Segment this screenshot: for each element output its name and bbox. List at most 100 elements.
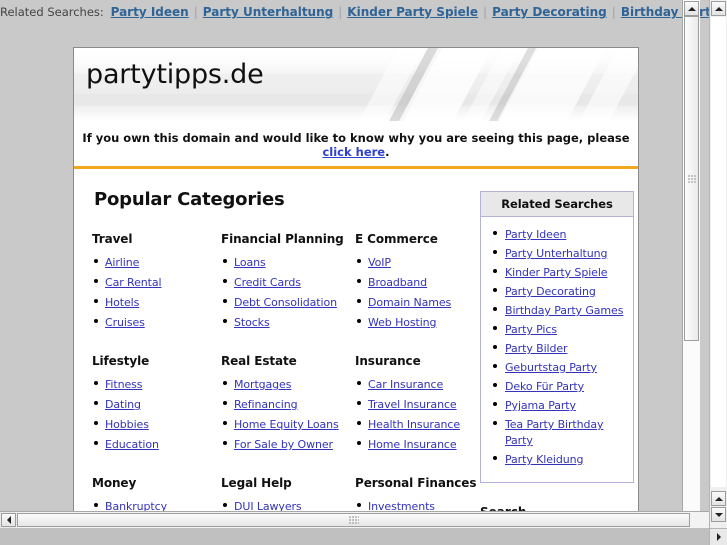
category-link-domain-names[interactable]: Domain Names <box>368 296 451 309</box>
category-link-hobbies[interactable]: Hobbies <box>105 418 149 431</box>
chevron-right-icon <box>716 533 721 541</box>
window-scroll-down-button[interactable] <box>711 507 726 522</box>
list-item[interactable]: Party Bilder <box>487 340 627 356</box>
window-scrollbar-track[interactable] <box>711 17 726 487</box>
list-item[interactable]: Geburtstag Party <box>487 359 627 375</box>
sidebar-link-kinder-party-spiele[interactable]: Kinder Party Spiele <box>505 266 608 279</box>
vertical-scrollbar-thumb[interactable] <box>684 16 699 341</box>
page-vertical-scrollbar[interactable] <box>682 0 700 528</box>
category-link-home-insurance[interactable]: Home Insurance <box>368 438 457 451</box>
category-link-car-rental[interactable]: Car Rental <box>105 276 162 289</box>
list-item[interactable]: Loans <box>221 253 355 270</box>
click-here-link[interactable]: click here <box>322 145 385 159</box>
list-item[interactable]: Party Kleidung <box>487 451 627 467</box>
topbar-link-kinder-party-spiele[interactable]: Kinder Party Spiele <box>344 5 481 19</box>
card-body: Popular Categories Travel Airline Car Re… <box>74 169 638 528</box>
category-link-credit-cards[interactable]: Credit Cards <box>234 276 301 289</box>
list-item[interactable]: Travel Insurance <box>355 395 477 412</box>
sidebar-link-party-bilder[interactable]: Party Bilder <box>505 342 568 355</box>
category-link-fitness[interactable]: Fitness <box>105 378 143 391</box>
scroll-left-button[interactable] <box>1 513 16 527</box>
category-link-mortgages[interactable]: Mortgages <box>234 378 291 391</box>
sidebar-link-geburtstag-party[interactable]: Geburtstag Party <box>505 361 597 374</box>
list-item[interactable]: Credit Cards <box>221 273 355 290</box>
page-horizontal-scrollbar[interactable] <box>0 511 709 528</box>
topbar-separator: | <box>611 5 616 19</box>
category-link-cruises[interactable]: Cruises <box>105 316 145 329</box>
sidebar-link-party-unterhaltung[interactable]: Party Unterhaltung <box>505 247 607 260</box>
category-link-broadband[interactable]: Broadband <box>368 276 427 289</box>
list-item[interactable]: For Sale by Owner <box>221 435 355 452</box>
category-link-dating[interactable]: Dating <box>105 398 141 411</box>
category-link-refinancing[interactable]: Refinancing <box>234 398 298 411</box>
category-link-debt-consolidation[interactable]: Debt Consolidation <box>234 296 337 309</box>
list-item[interactable]: Hobbies <box>92 415 221 432</box>
page-left-gutter <box>0 0 73 511</box>
category-link-hotels[interactable]: Hotels <box>105 296 139 309</box>
window-scrollbar-corner[interactable] <box>709 528 727 545</box>
notice-text-after: . <box>385 145 390 159</box>
sidebar-link-tea-party-birthday-party[interactable]: Tea Party Birthday Party <box>505 418 604 447</box>
sidebar-link-party-kleidung[interactable]: Party Kleidung <box>505 453 583 466</box>
scroll-up-button[interactable] <box>684 1 699 16</box>
list-item[interactable]: Home Equity Loans <box>221 415 355 432</box>
list-item[interactable]: Fitness <box>92 375 221 392</box>
list-item[interactable]: Party Ideen <box>487 226 627 242</box>
window-scroll-up-button-2[interactable] <box>711 491 726 506</box>
category-link-list: Car Insurance Travel Insurance Health In… <box>355 375 477 452</box>
sidebar-link-party-decorating[interactable]: Party Decorating <box>505 285 596 298</box>
list-item[interactable]: Education <box>92 435 221 452</box>
list-item[interactable]: Domain Names <box>355 293 477 310</box>
sidebar-link-party-pics[interactable]: Party Pics <box>505 323 557 336</box>
category-link-stocks[interactable]: Stocks <box>234 316 270 329</box>
sidebar-link-pyjama-party[interactable]: Pyjama Party <box>505 399 576 412</box>
topbar-link-party-decorating[interactable]: Party Decorating <box>489 5 610 19</box>
list-item[interactable]: Party Decorating <box>487 283 627 299</box>
category-link-for-sale-by-owner[interactable]: For Sale by Owner <box>234 438 333 451</box>
topbar-separator: | <box>483 5 488 19</box>
category-link-education[interactable]: Education <box>105 438 159 451</box>
list-item[interactable]: Cruises <box>92 313 221 330</box>
content-card: partytipps.de If you own this domain and… <box>73 47 639 528</box>
list-item[interactable]: Stocks <box>221 313 355 330</box>
list-item[interactable]: Tea Party Birthday Party <box>487 416 627 448</box>
category-block-travel: Travel Airline Car Rental Hotels Cruises <box>92 232 221 333</box>
list-item[interactable]: Dating <box>92 395 221 412</box>
category-link-travel-insurance[interactable]: Travel Insurance <box>368 398 457 411</box>
list-item[interactable]: Party Pics <box>487 321 627 337</box>
list-item[interactable]: Hotels <box>92 293 221 310</box>
category-link-loans[interactable]: Loans <box>234 256 266 269</box>
list-item[interactable]: Home Insurance <box>355 435 477 452</box>
sidebar-link-party-ideen[interactable]: Party Ideen <box>505 228 566 241</box>
list-item[interactable]: Deko Für Party <box>487 378 627 394</box>
horizontal-scrollbar-thumb[interactable] <box>17 513 690 527</box>
category-link-voip[interactable]: VoIP <box>368 256 391 269</box>
category-block-insurance: Insurance Car Insurance Travel Insurance… <box>355 354 477 455</box>
list-item[interactable]: Birthday Party Games <box>487 302 627 318</box>
popular-categories-section: Popular Categories Travel Airline Car Re… <box>92 189 477 528</box>
category-link-health-insurance[interactable]: Health Insurance <box>368 418 460 431</box>
sidebar-link-deko-fuer-party[interactable]: Deko Für Party <box>505 380 584 393</box>
list-item[interactable]: Broadband <box>355 273 477 290</box>
topbar-link-party-ideen[interactable]: Party Ideen <box>108 5 192 19</box>
category-link-web-hosting[interactable]: Web Hosting <box>368 316 437 329</box>
list-item[interactable]: Kinder Party Spiele <box>487 264 627 280</box>
topbar-link-party-unterhaltung[interactable]: Party Unterhaltung <box>200 5 336 19</box>
list-item[interactable]: Debt Consolidation <box>221 293 355 310</box>
list-item[interactable]: VoIP <box>355 253 477 270</box>
list-item[interactable]: Pyjama Party <box>487 397 627 413</box>
category-link-airline[interactable]: Airline <box>105 256 139 269</box>
list-item[interactable]: Car Rental <box>92 273 221 290</box>
window-scroll-up-button[interactable] <box>711 1 726 16</box>
list-item[interactable]: Refinancing <box>221 395 355 412</box>
category-link-car-insurance[interactable]: Car Insurance <box>368 378 443 391</box>
list-item[interactable]: Car Insurance <box>355 375 477 392</box>
window-vertical-scrollbar[interactable] <box>709 0 727 545</box>
list-item[interactable]: Party Unterhaltung <box>487 245 627 261</box>
list-item[interactable]: Mortgages <box>221 375 355 392</box>
list-item[interactable]: Airline <box>92 253 221 270</box>
category-link-home-equity-loans[interactable]: Home Equity Loans <box>234 418 339 431</box>
list-item[interactable]: Health Insurance <box>355 415 477 432</box>
list-item[interactable]: Web Hosting <box>355 313 477 330</box>
sidebar-link-birthday-party-games[interactable]: Birthday Party Games <box>505 304 623 317</box>
